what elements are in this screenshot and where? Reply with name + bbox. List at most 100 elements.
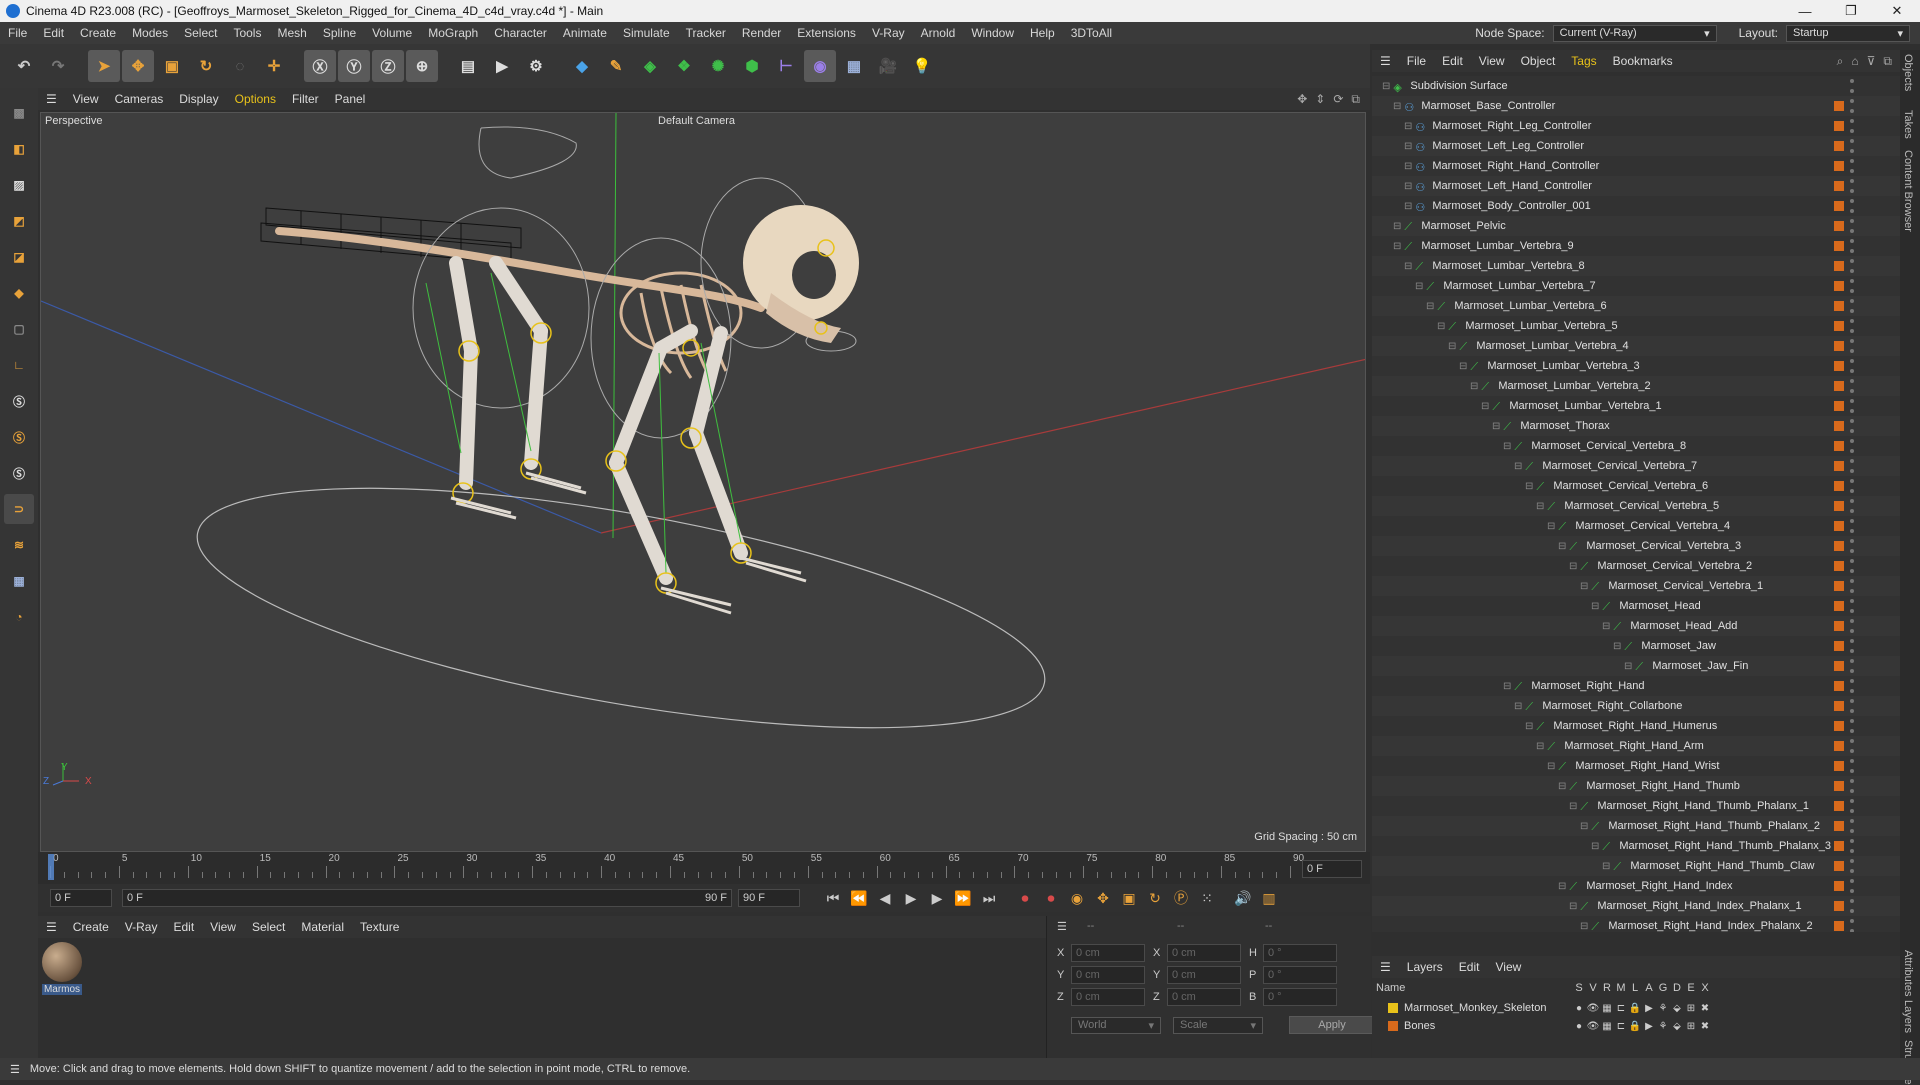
render-visibility-dot[interactable] [1850, 529, 1854, 533]
editor-visibility-dot[interactable] [1850, 439, 1854, 443]
render-visibility-dot[interactable] [1850, 229, 1854, 233]
home-icon[interactable]: ⌂ [1851, 54, 1858, 69]
expand-toggle-icon[interactable]: ⊟ [1481, 401, 1489, 412]
tree-row-bone[interactable]: ⊟ ⟋ Marmoset_Cervical_Vertebra_1 [1372, 576, 1900, 596]
render-visibility-dot[interactable] [1850, 769, 1854, 773]
render-visibility-dot[interactable] [1850, 829, 1854, 833]
visibility-dots-icon[interactable] [1850, 879, 1854, 893]
expand-toggle-icon[interactable]: ⊟ [1591, 841, 1599, 852]
editor-visibility-dot[interactable] [1850, 799, 1854, 803]
render-visibility-dot[interactable] [1850, 929, 1854, 932]
keyframe-selection-icon[interactable]: ◉ [1064, 886, 1090, 910]
expand-toggle-icon[interactable]: ⊟ [1569, 561, 1577, 572]
render-visibility-dot[interactable] [1850, 849, 1854, 853]
menu-3dtoall[interactable]: 3DToAll [1063, 26, 1120, 40]
layer-color-tag-icon[interactable] [1834, 581, 1844, 591]
light-bulb-icon[interactable]: 💡 [906, 50, 938, 82]
visibility-dots-icon[interactable] [1850, 759, 1854, 773]
layer-flag-toggle-icon[interactable]: ⊞ [1684, 1003, 1698, 1014]
visibility-dots-icon[interactable] [1850, 399, 1854, 413]
autokey-icon[interactable]: ⏺ [1038, 886, 1064, 910]
close-button[interactable]: ✕ [1874, 0, 1920, 22]
rotate-view-icon[interactable]: ⟳ [1333, 92, 1343, 107]
expand-toggle-icon[interactable]: ⊟ [1602, 861, 1610, 872]
editor-visibility-dot[interactable] [1850, 339, 1854, 343]
layer-color-tag-icon[interactable] [1834, 561, 1844, 571]
layer-flag-toggle-icon[interactable]: ⚘ [1656, 1021, 1670, 1032]
editor-visibility-dot[interactable] [1850, 379, 1854, 383]
layer-flag-toggle-icon[interactable]: ▶ [1642, 1003, 1656, 1014]
render-visibility-dot[interactable] [1850, 429, 1854, 433]
render-visibility-dot[interactable] [1850, 909, 1854, 913]
size-y-field[interactable]: 0 cm [1167, 966, 1241, 984]
hamburger-icon[interactable]: ☰ [38, 92, 65, 106]
tree-row-controller[interactable]: ⊟ ⚇ Marmoset_Left_Hand_Controller [1372, 176, 1900, 196]
visibility-dots-icon[interactable] [1850, 259, 1854, 273]
editor-visibility-dot[interactable] [1850, 119, 1854, 123]
object-menu-view[interactable]: View [1471, 54, 1513, 68]
layer-color-tag-icon[interactable] [1834, 541, 1844, 551]
layer-flag-toggle-icon[interactable]: ⊞ [1684, 1021, 1698, 1032]
maximize-button[interactable]: ❐ [1828, 0, 1874, 22]
next-key-icon[interactable]: ⏩ [950, 886, 976, 910]
frame-range-slider[interactable]: 0 F 90 F [122, 889, 732, 907]
tree-row-bone[interactable]: ⊟ ⟋ Marmoset_Jaw [1372, 636, 1900, 656]
scale-tool-icon[interactable]: ▣ [156, 50, 188, 82]
editor-visibility-dot[interactable] [1850, 399, 1854, 403]
material-menu-texture[interactable]: Texture [352, 920, 407, 934]
render-visibility-dot[interactable] [1850, 489, 1854, 493]
visibility-dots-icon[interactable] [1850, 839, 1854, 853]
editor-visibility-dot[interactable] [1850, 279, 1854, 283]
hamburger-icon[interactable]: ☰ [1372, 54, 1399, 68]
layer-color-tag-icon[interactable] [1834, 721, 1844, 731]
editor-visibility-dot[interactable] [1850, 319, 1854, 323]
tree-row-bone[interactable]: ⊟ ⟋ Marmoset_Right_Hand_Index [1372, 876, 1900, 896]
expand-toggle-icon[interactable]: ⊟ [1404, 161, 1412, 172]
visibility-dots-icon[interactable] [1850, 539, 1854, 553]
render-picture-viewer-icon[interactable]: ▶ [486, 50, 518, 82]
cube-primitive-icon[interactable]: ◆ [566, 50, 598, 82]
expand-toggle-icon[interactable]: ⊟ [1525, 481, 1533, 492]
visibility-dots-icon[interactable] [1850, 159, 1854, 173]
layer-color-tag-icon[interactable] [1834, 801, 1844, 811]
editor-visibility-dot[interactable] [1850, 199, 1854, 203]
layer-color-tag-icon[interactable] [1834, 241, 1844, 251]
visibility-dots-icon[interactable] [1850, 99, 1854, 113]
undo-icon[interactable]: ↶ [8, 50, 40, 82]
tree-row-bone[interactable]: ⊟ ⟋ Marmoset_Right_Hand_Thumb_Phalanx_2 [1372, 816, 1900, 836]
visibility-dots-icon[interactable] [1850, 679, 1854, 693]
expand-toggle-icon[interactable]: ⊟ [1525, 721, 1533, 732]
deformer-icon[interactable]: ⬢ [736, 50, 768, 82]
render-visibility-dot[interactable] [1850, 369, 1854, 373]
minimize-button[interactable]: — [1782, 0, 1828, 22]
maximize-view-icon[interactable]: ⧉ [1351, 92, 1360, 107]
editor-visibility-dot[interactable] [1850, 159, 1854, 163]
layer-color-swatch[interactable] [1388, 1003, 1398, 1013]
render-visibility-dot[interactable] [1850, 349, 1854, 353]
editor-visibility-dot[interactable] [1850, 259, 1854, 263]
material-menu-material[interactable]: Material [293, 920, 352, 934]
menu-mograph[interactable]: MoGraph [420, 26, 486, 40]
layer-color-tag-icon[interactable] [1834, 741, 1844, 751]
layer-color-tag-icon[interactable] [1834, 401, 1844, 411]
layer-color-tag-icon[interactable] [1834, 101, 1844, 111]
visibility-dots-icon[interactable] [1850, 739, 1854, 753]
layer-color-tag-icon[interactable] [1834, 121, 1844, 131]
layer-color-tag-icon[interactable] [1834, 781, 1844, 791]
editor-visibility-dot[interactable] [1850, 359, 1854, 363]
expand-toggle-icon[interactable]: ⊟ [1547, 521, 1555, 532]
editor-visibility-dot[interactable] [1850, 859, 1854, 863]
expand-toggle-icon[interactable]: ⊟ [1404, 141, 1412, 152]
layer-flag-toggle-icon[interactable]: ● [1572, 1003, 1586, 1014]
render-visibility-dot[interactable] [1850, 809, 1854, 813]
viewport-3d[interactable]: Perspective Default Camera Grid Spacing … [40, 112, 1366, 852]
layer-color-tag-icon[interactable] [1834, 621, 1844, 631]
render-visibility-dot[interactable] [1850, 389, 1854, 393]
uv-mode-icon[interactable]: ▢ [4, 314, 34, 344]
expand-toggle-icon[interactable]: ⊟ [1503, 441, 1511, 452]
layer-color-tag-icon[interactable] [1834, 501, 1844, 511]
editor-visibility-dot[interactable] [1850, 479, 1854, 483]
editor-visibility-dot[interactable] [1850, 639, 1854, 643]
key-parameter-icon[interactable]: Ⓟ [1168, 886, 1194, 910]
expand-toggle-icon[interactable]: ⊟ [1547, 761, 1555, 772]
